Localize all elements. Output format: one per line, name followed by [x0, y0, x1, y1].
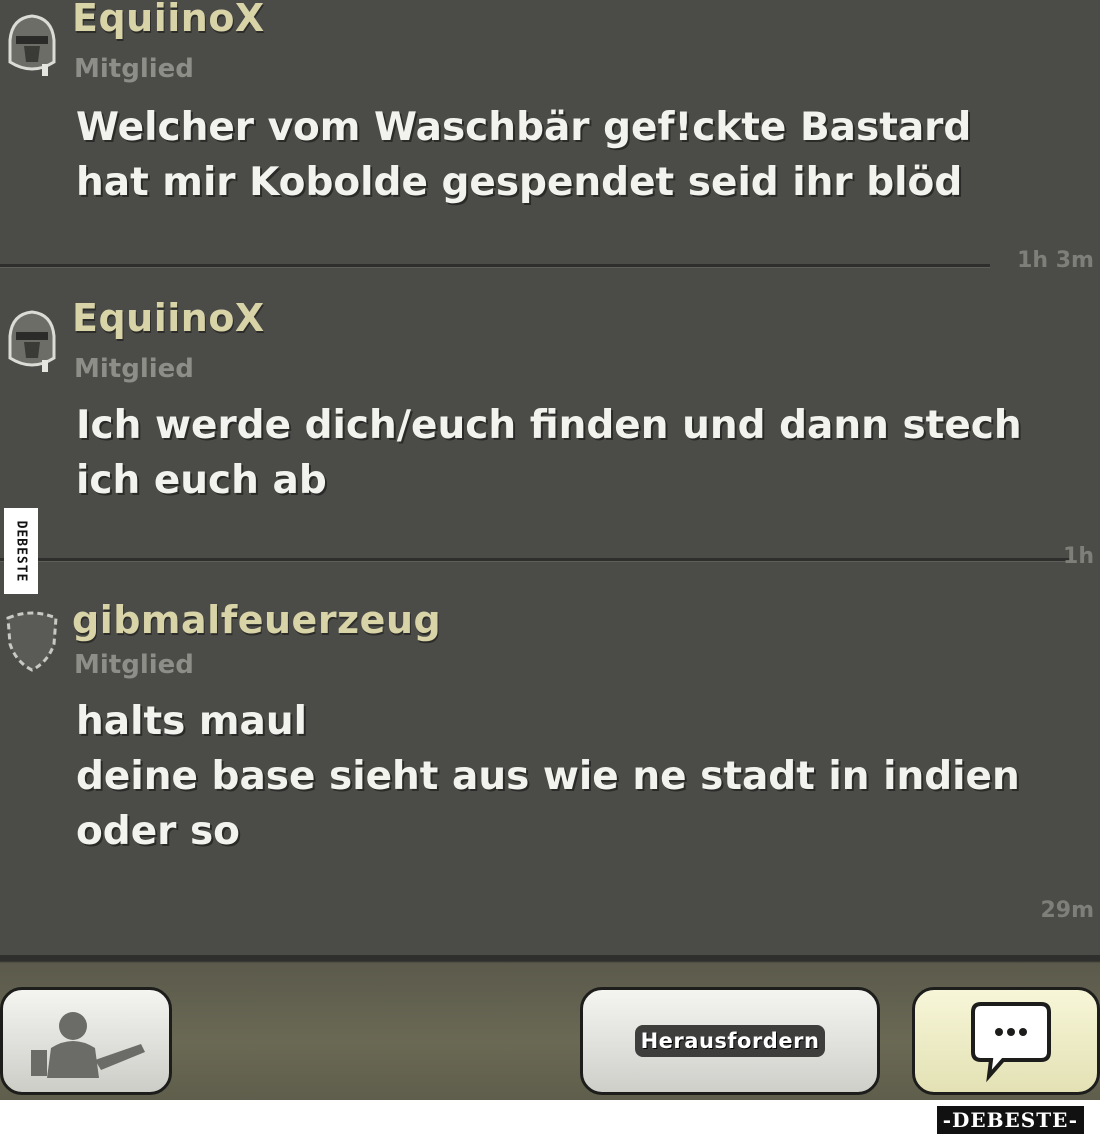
message-author[interactable]: gibmalfeuerzeug — [72, 598, 441, 642]
chat-message: EquiinoX Mitglied Welcher vom Waschbär g… — [0, 0, 1100, 273]
message-author[interactable]: EquiinoX — [72, 0, 265, 40]
message-text: halts maul deine base sieht aus wie ne s… — [76, 699, 1020, 854]
message-text: Ich werde dich/euch finden und dann stec… — [76, 403, 1022, 503]
message-text: Welcher vom Waschbär gef!ckte Bastard ha… — [76, 105, 972, 205]
chat-button[interactable] — [912, 987, 1100, 1095]
author-role: Mitglied — [74, 650, 194, 680]
message-timestamp: 29m — [1040, 898, 1094, 923]
message-author[interactable]: EquiinoX — [72, 296, 265, 340]
barbarian-icon — [31, 1012, 145, 1078]
speech-bubble-icon — [971, 1002, 1051, 1083]
clan-chat-panel: EquiinoX Mitglied Welcher vom Waschbär g… — [0, 0, 1100, 955]
message-divider — [0, 558, 1070, 562]
chat-message: EquiinoX Mitglied Ich werde dich/euch fi… — [0, 272, 1100, 569]
footer-strip: -DEBESTE- — [0, 1100, 1100, 1140]
author-role: Mitglied — [74, 54, 194, 84]
profile-button[interactable] — [0, 987, 172, 1095]
chat-message: gibmalfeuerzeug Mitglied halts maul dein… — [0, 564, 1100, 955]
message-divider — [0, 264, 990, 268]
author-role: Mitglied — [74, 354, 194, 384]
empty-shield-avatar-icon — [2, 604, 62, 676]
message-timestamp: 1h 3m — [1017, 248, 1094, 273]
bottom-action-bar: Herausfordern — [0, 955, 1100, 1100]
helmet-avatar-icon — [2, 10, 62, 82]
side-watermark-text: DEBESTE — [13, 520, 29, 582]
challenge-button-label: Herausfordern — [634, 1025, 826, 1057]
challenge-button[interactable]: Herausfordern — [580, 987, 880, 1095]
footer-watermark: -DEBESTE- — [936, 1106, 1084, 1134]
helmet-avatar-icon — [2, 306, 62, 378]
side-watermark: DEBESTE — [4, 508, 38, 594]
